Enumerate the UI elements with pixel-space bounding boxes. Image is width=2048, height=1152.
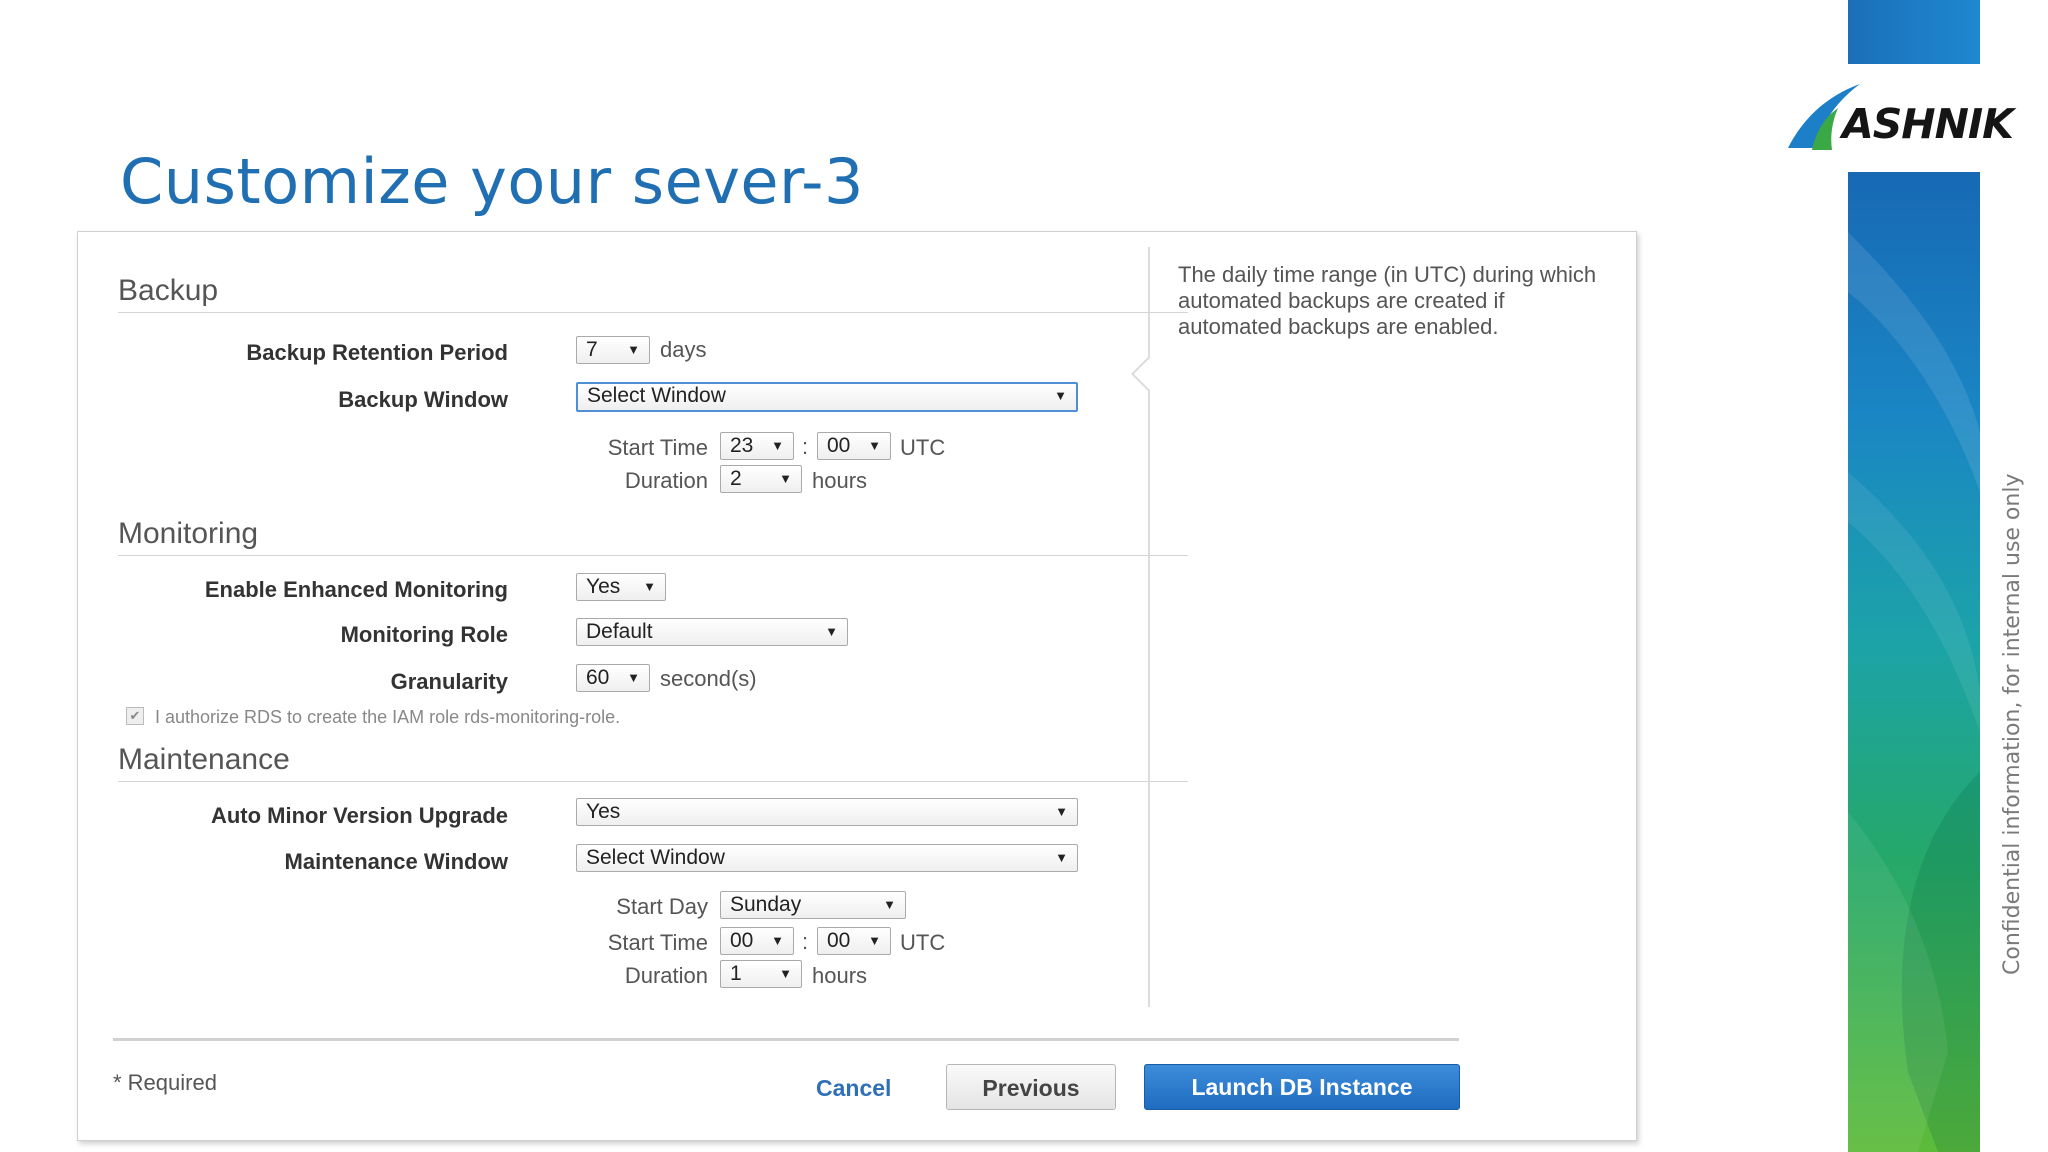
maintenance-section-title: Maintenance <box>118 743 290 776</box>
maintenance-start-hour-value: 00 <box>730 929 754 952</box>
required-note: * Required <box>113 1070 217 1095</box>
granularity-unit: second(s) <box>660 666 757 691</box>
backup-start-hour-select[interactable]: 23 ▼ <box>720 432 794 460</box>
backup-retention-value: 7 <box>586 338 598 361</box>
maintenance-duration-unit: hours <box>812 963 868 988</box>
auto-minor-upgrade-label: Auto Minor Version Upgrade <box>210 803 508 828</box>
auto-minor-upgrade-value: Yes <box>586 800 621 823</box>
enhanced-monitoring-value: Yes <box>586 575 621 598</box>
monitoring-divider <box>118 555 1188 556</box>
maintenance-duration-label: Duration <box>624 963 708 988</box>
footer-divider <box>113 1038 1459 1041</box>
help-text: The daily time range (in UTC) during whi… <box>1178 262 1597 339</box>
backup-duration-select[interactable]: 2 ▼ <box>720 465 802 493</box>
maintenance-start-tz: UTC <box>900 930 946 955</box>
backup-duration-value: 2 <box>730 467 742 490</box>
enhanced-monitoring-label: Enable Enhanced Monitoring <box>204 577 508 602</box>
brand-strip <box>1848 172 1980 1152</box>
authorize-iam-label: I authorize RDS to create the IAM role r… <box>155 707 621 727</box>
backup-window-value: Select Window <box>587 384 726 407</box>
caret-down-icon: ▼ <box>1054 388 1067 403</box>
logo-text: ASHNIK <box>1842 100 2014 148</box>
confidential-note: Confidential information, for internal u… <box>2000 473 2025 975</box>
backup-window-select[interactable]: Select Window ▼ <box>576 382 1078 412</box>
slide-title: Customize your sever-3 <box>120 145 864 218</box>
backup-retention-unit: days <box>660 337 707 362</box>
granularity-label: Granularity <box>390 669 508 694</box>
brand-strip-top <box>1848 0 1980 64</box>
cancel-button[interactable]: Cancel <box>816 1075 891 1102</box>
maintenance-window-label: Maintenance Window <box>284 849 508 874</box>
backup-start-tz: UTC <box>900 435 946 460</box>
authorize-iam-checkbox[interactable]: ✔ <box>126 707 144 725</box>
maintenance-window-value: Select Window <box>586 846 725 869</box>
caret-down-icon: ▼ <box>771 438 784 453</box>
auto-minor-upgrade-select[interactable]: Yes ▼ <box>576 798 1078 826</box>
enhanced-monitoring-select[interactable]: Yes ▼ <box>576 573 666 601</box>
backup-start-time-label: Start Time <box>607 435 708 460</box>
caret-down-icon: ▼ <box>825 624 838 639</box>
backup-retention-select[interactable]: 7 ▼ <box>576 336 650 364</box>
monitoring-section-title: Monitoring <box>118 517 259 550</box>
maintenance-duration-value: 1 <box>730 962 742 985</box>
monitoring-role-label: Monitoring Role <box>340 622 508 647</box>
monitoring-role-select[interactable]: Default ▼ <box>576 618 848 646</box>
granularity-value: 60 <box>586 666 610 689</box>
granularity-select[interactable]: 60 ▼ <box>576 664 650 692</box>
caret-down-icon: ▼ <box>771 933 784 948</box>
caret-down-icon: ▼ <box>1055 850 1068 865</box>
backup-retention-label: Backup Retention Period <box>246 340 508 365</box>
backup-duration-unit: hours <box>812 468 868 493</box>
maintenance-window-select[interactable]: Select Window ▼ <box>576 844 1078 872</box>
checkmark-icon: ✔ <box>129 708 141 723</box>
caret-down-icon: ▼ <box>868 438 881 453</box>
caret-down-icon: ▼ <box>779 966 792 981</box>
monitoring-role-value: Default <box>586 620 653 643</box>
launch-db-instance-button[interactable]: Launch DB Instance <box>1144 1064 1460 1110</box>
maintenance-start-time-label: Start Time <box>607 930 708 955</box>
caret-down-icon: ▼ <box>1055 804 1068 819</box>
backup-window-label: Backup Window <box>338 387 508 412</box>
maintenance-start-day-value: Sunday <box>730 893 802 916</box>
maintenance-divider <box>118 781 1188 782</box>
maintenance-start-minute-value: 00 <box>827 929 851 952</box>
maintenance-duration-select[interactable]: 1 ▼ <box>720 960 802 988</box>
caret-down-icon: ▼ <box>883 897 896 912</box>
caret-down-icon: ▼ <box>627 670 640 685</box>
caret-down-icon: ▼ <box>868 933 881 948</box>
backup-start-minute-select[interactable]: 00 ▼ <box>817 432 891 460</box>
maintenance-start-day-label: Start Day <box>616 894 708 919</box>
backup-section-title: Backup <box>118 274 219 307</box>
maintenance-start-day-select[interactable]: Sunday ▼ <box>720 891 906 919</box>
backup-start-minute-value: 00 <box>827 434 851 457</box>
rds-settings-panel: Backup Backup Retention Period 7 ▼ days … <box>77 231 1637 1141</box>
caret-down-icon: ▼ <box>627 342 640 357</box>
caret-down-icon: ▼ <box>779 471 792 486</box>
previous-button[interactable]: Previous <box>946 1064 1116 1110</box>
backup-start-hour-value: 23 <box>730 434 754 457</box>
help-pointer <box>1131 357 1165 391</box>
maintenance-start-hour-select[interactable]: 00 ▼ <box>720 927 794 955</box>
maintenance-start-minute-select[interactable]: 00 ▼ <box>817 927 891 955</box>
caret-down-icon: ▼ <box>643 579 656 594</box>
backup-divider <box>118 312 1188 313</box>
time-separator: : <box>802 434 809 459</box>
time-separator: : <box>802 929 809 954</box>
backup-duration-label: Duration <box>624 468 708 493</box>
